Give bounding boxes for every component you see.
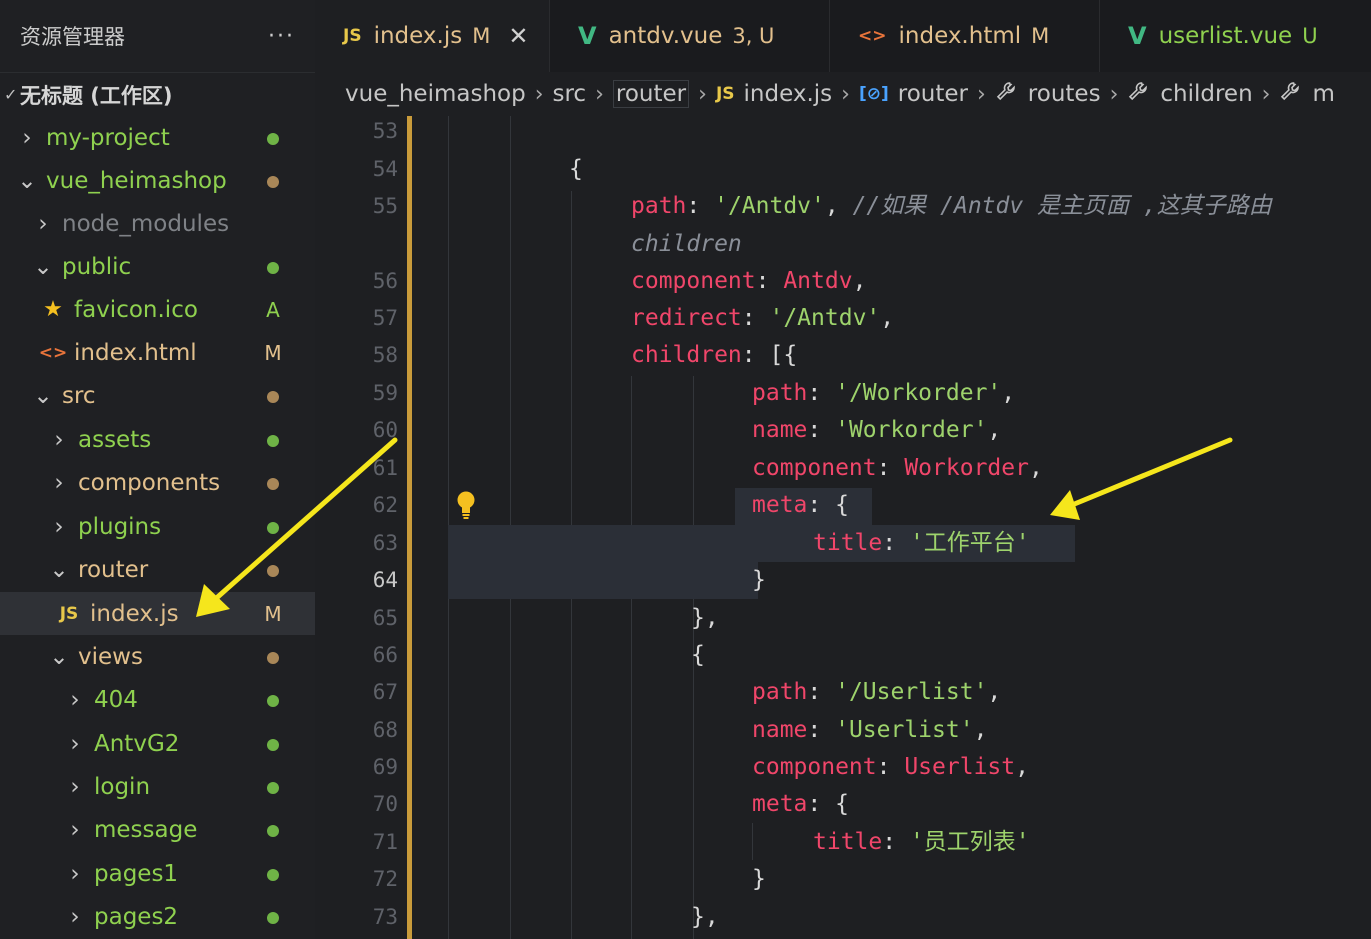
arrow-left-annotation: [196, 437, 398, 617]
annotation-arrows: [196, 437, 1233, 617]
arrow-right-annotation: [1050, 437, 1233, 520]
